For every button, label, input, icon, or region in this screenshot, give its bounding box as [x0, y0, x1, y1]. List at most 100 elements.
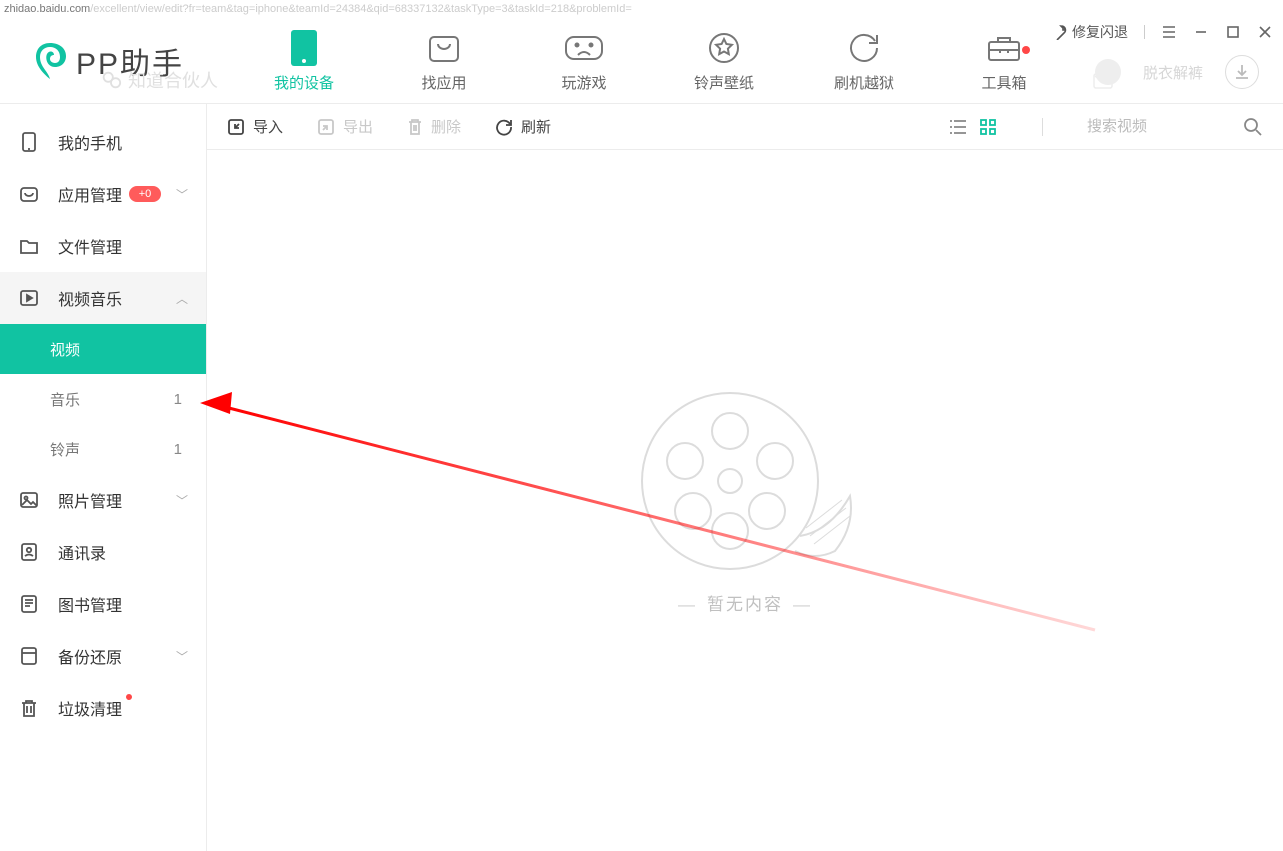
tool-label: 删除 [431, 116, 461, 137]
contacts-icon [18, 541, 40, 563]
sidebar-item-label: 通讯录 [58, 540, 106, 564]
refresh-button[interactable]: 刷新 [495, 116, 551, 137]
title-bar: PP助手 知道合伙人 我的设备 找应用 玩游戏 铃声 [0, 18, 1283, 104]
download-button[interactable] [1225, 55, 1259, 89]
export-icon [317, 118, 335, 136]
url-path: /excellent/view/edit?fr=team&tag=iphone&… [90, 3, 632, 15]
logo-icon [30, 41, 70, 81]
import-icon [227, 118, 245, 136]
sidebar-subitem-label: 铃声 [50, 439, 80, 460]
chevron-down-icon: ﹀ [176, 492, 188, 509]
chevron-up-icon: ︿ [176, 290, 188, 307]
app-bag-icon [18, 183, 40, 205]
sidebar-item-label: 照片管理 [58, 488, 122, 512]
book-icon [18, 593, 40, 615]
view-toggle [948, 117, 998, 137]
backup-icon [18, 645, 40, 667]
repair-crash-button[interactable]: 修复闪退 [1052, 22, 1128, 42]
search-button[interactable] [1243, 117, 1263, 137]
nav-tab-apps[interactable]: 找应用 [374, 28, 514, 103]
sidebar-item-book-manage[interactable]: 图书管理 [0, 578, 206, 630]
nav-tab-label: 工具箱 [934, 72, 1074, 93]
username[interactable]: 脱衣解裤 [1143, 62, 1203, 83]
search-wrap [1087, 117, 1263, 137]
folder-icon [18, 235, 40, 257]
tool-label: 导出 [343, 116, 373, 137]
sidebar-item-label: 备份还原 [58, 644, 122, 668]
sidebar-subitem-ringtone[interactable]: 铃声 1 [0, 424, 206, 474]
delete-button[interactable]: 删除 [407, 116, 461, 137]
maximize-icon [1227, 26, 1239, 38]
hamburger-icon [1162, 26, 1176, 38]
sidebar-item-label: 应用管理 [58, 182, 122, 206]
sidebar-subitem-video[interactable]: 视频 [0, 324, 206, 374]
sidebar-item-app-manage[interactable]: 应用管理 +0 ﹀ [0, 168, 206, 220]
empty-text: 暂无内容 [668, 590, 822, 615]
sidebar-subitem-label: 音乐 [50, 389, 80, 410]
nav-tab-label: 找应用 [374, 72, 514, 93]
sidebar-item-label: 我的手机 [58, 130, 122, 154]
sidebar-item-contacts[interactable]: 通讯录 [0, 526, 206, 578]
sidebar-subitem-label: 视频 [50, 339, 80, 360]
badge-count: +0 [129, 186, 162, 202]
search-input[interactable] [1087, 118, 1227, 135]
nav-tab-games[interactable]: 玩游戏 [514, 28, 654, 103]
repair-crash-label: 修复闪退 [1072, 22, 1128, 42]
star-icon [654, 28, 794, 68]
import-button[interactable]: 导入 [227, 116, 283, 137]
bag-icon [374, 28, 514, 68]
sidebar-item-label: 垃圾清理 [58, 696, 122, 720]
play-icon [18, 287, 40, 309]
sidebar-item-file-manage[interactable]: 文件管理 [0, 220, 206, 272]
list-icon [949, 119, 967, 135]
nav-tab-label: 玩游戏 [514, 72, 654, 93]
nav-tab-device[interactable]: 我的设备 [234, 28, 374, 103]
search-icon [1243, 117, 1263, 137]
refresh-small-icon [495, 118, 513, 136]
sidebar-item-label: 图书管理 [58, 592, 122, 616]
toolbar: 导入 导出 删除 刷新 [207, 104, 1283, 150]
nav-tab-label: 铃声壁纸 [654, 72, 794, 93]
sidebar-subitem-music[interactable]: 音乐 1 [0, 374, 206, 424]
wrench-icon [1052, 24, 1068, 40]
notification-dot-icon [1022, 46, 1030, 54]
refresh-icon [794, 28, 934, 68]
list-view-button[interactable] [948, 117, 968, 137]
sidebar-subitem-count: 1 [174, 441, 182, 458]
grid-icon [980, 119, 996, 135]
trash-icon [18, 697, 40, 719]
browser-tab-shadow: 知道合伙人 [100, 67, 218, 93]
nav-tabs: 我的设备 找应用 玩游戏 铃声壁纸 刷机越狱 [234, 18, 1074, 103]
tablet-icon [234, 28, 374, 68]
menu-button[interactable] [1161, 24, 1177, 40]
film-reel-icon [630, 386, 860, 576]
delete-icon [407, 118, 423, 136]
sidebar-item-video-music[interactable]: 视频音乐 ︿ [0, 272, 206, 324]
close-button[interactable] [1257, 24, 1273, 40]
sidebar-item-photo-manage[interactable]: 照片管理 ﹀ [0, 474, 206, 526]
browser-tab-shadow-text: 知道合伙人 [128, 67, 218, 93]
maximize-button[interactable] [1225, 24, 1241, 40]
main-area: 我的手机 应用管理 +0 ﹀ 文件管理 视频音乐 ︿ 视频 音乐 1 [0, 104, 1283, 851]
sidebar-item-backup[interactable]: 备份还原 ﹀ [0, 630, 206, 682]
nav-tab-ringtones[interactable]: 铃声壁纸 [654, 28, 794, 103]
notification-dot-icon [126, 694, 132, 700]
nav-tab-label: 刷机越狱 [794, 72, 934, 93]
export-button[interactable]: 导出 [317, 116, 373, 137]
minimize-icon [1195, 26, 1207, 38]
url-host: zhidao.baidu.com [4, 3, 90, 15]
sidebar-item-my-phone[interactable]: 我的手机 [0, 116, 206, 168]
sidebar-subitems: 视频 音乐 1 铃声 1 [0, 324, 206, 474]
separator [1144, 25, 1145, 39]
nav-tab-flash[interactable]: 刷机越狱 [794, 28, 934, 103]
download-icon [1233, 63, 1251, 81]
grid-view-button[interactable] [978, 117, 998, 137]
minimize-button[interactable] [1193, 24, 1209, 40]
tool-label: 导入 [253, 116, 283, 137]
close-icon [1259, 26, 1271, 38]
url-bar: zhidao.baidu.com/excellent/view/edit?fr=… [0, 0, 1283, 18]
avatar[interactable] [1095, 59, 1121, 85]
sidebar-item-trash-clean[interactable]: 垃圾清理 [0, 682, 206, 734]
gamepad-icon [514, 28, 654, 68]
title-bar-right: 脱衣解裤 [1095, 55, 1259, 89]
